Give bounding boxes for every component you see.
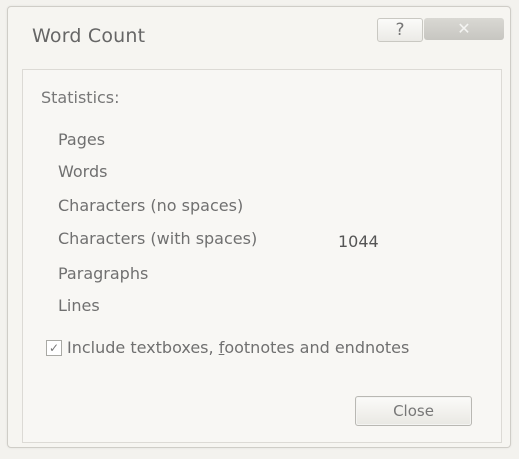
help-button[interactable]: ? (377, 18, 423, 42)
dialog-body: Statistics: Pages Words Characters (no s… (22, 69, 502, 443)
stat-value-characters-with-spaces: 1044 (338, 232, 379, 251)
close-button[interactable]: Close (355, 396, 472, 426)
stat-label-lines: Lines (58, 296, 100, 315)
include-textboxes-checkbox[interactable]: ✓ (46, 340, 62, 356)
close-icon: ✕ (457, 19, 471, 38)
dialog-title: Word Count (32, 25, 146, 47)
stat-label-characters-no-spaces: Characters (no spaces) (58, 196, 244, 215)
stat-label-paragraphs: Paragraphs (58, 264, 149, 283)
statistics-heading: Statistics: (41, 88, 120, 107)
checkmark-icon: ✓ (48, 341, 60, 355)
title-bar: Word Count ? ✕ (8, 7, 510, 69)
stat-label-characters-with-spaces: Characters (with spaces) (58, 229, 258, 248)
word-count-dialog: Word Count ? ✕ Statistics: Pages Words C… (7, 6, 511, 448)
include-textboxes-label[interactable]: Include textboxes, footnotes and endnote… (67, 338, 409, 357)
stat-label-pages: Pages (58, 130, 106, 149)
stat-label-words: Words (58, 162, 108, 181)
window-close-button[interactable]: ✕ (424, 18, 504, 40)
